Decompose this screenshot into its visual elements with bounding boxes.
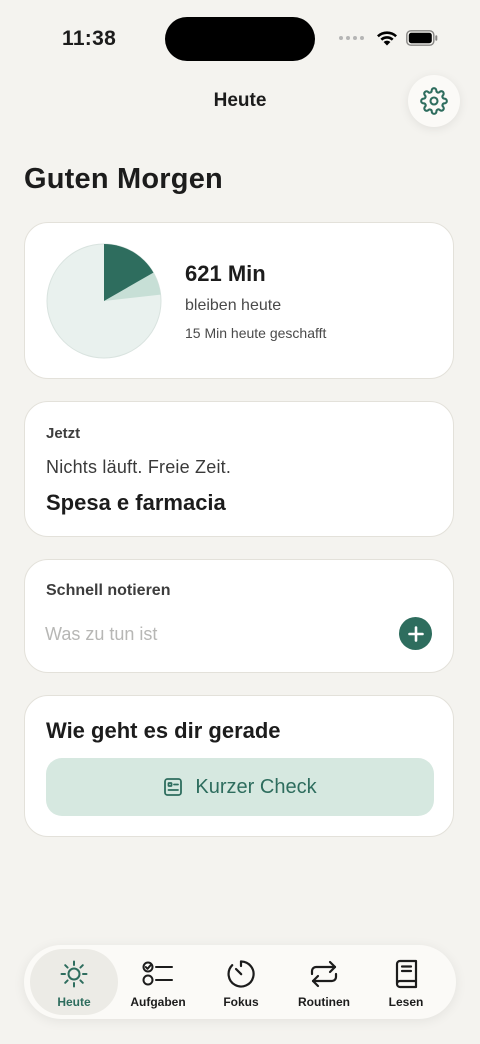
tab-fokus[interactable]: Fokus bbox=[197, 949, 285, 1015]
mood-title: Wie geht es dir gerade bbox=[46, 718, 281, 743]
quick-check-label: Kurzer Check bbox=[195, 775, 317, 798]
status-bar: 11:38 bbox=[0, 0, 480, 80]
mood-card: Wie geht es dir gerade Kurzer Check bbox=[24, 695, 454, 837]
tab-heute[interactable]: Heute bbox=[30, 949, 118, 1015]
daily-progress-card: 621 Min bleiben heute 15 Min heute gesch… bbox=[24, 222, 454, 379]
checklist-card-icon bbox=[164, 778, 183, 796]
now-card[interactable]: Jetzt Nichts läuft. Freie Zeit. Spesa e … bbox=[24, 401, 454, 537]
plus-icon bbox=[407, 625, 424, 642]
tab-aufgaben[interactable]: Aufgaben bbox=[114, 949, 202, 1015]
quick-note-label: Schnell notieren bbox=[46, 582, 171, 599]
add-note-button[interactable] bbox=[399, 617, 432, 650]
sun-icon bbox=[60, 960, 88, 988]
tab-lesen[interactable]: Lesen bbox=[362, 949, 450, 1015]
dynamic-island bbox=[165, 17, 315, 61]
tab-label-lesen: Lesen bbox=[388, 995, 424, 1009]
quick-note-input[interactable] bbox=[45, 620, 375, 648]
status-icons bbox=[339, 30, 438, 46]
now-label: Jetzt bbox=[46, 425, 81, 442]
wifi-icon bbox=[377, 31, 397, 46]
repeat-icon bbox=[310, 960, 338, 988]
checklist-icon bbox=[142, 961, 173, 986]
book-icon bbox=[395, 959, 418, 989]
timer-icon bbox=[227, 960, 255, 988]
quick-check-button[interactable]: Kurzer Check bbox=[46, 758, 434, 816]
remaining-label: bleiben heute bbox=[185, 297, 282, 314]
tab-label-routinen: Routinen bbox=[298, 995, 350, 1009]
bottom-tab-bar: Heute Aufgaben Fokus Routinen Lesen bbox=[24, 945, 456, 1019]
tab-label-fokus: Fokus bbox=[223, 995, 259, 1009]
tab-label-aufgaben: Aufgaben bbox=[130, 995, 186, 1009]
tab-routinen[interactable]: Routinen bbox=[280, 949, 368, 1015]
minutes-left: 621 Min bbox=[185, 261, 266, 286]
settings-button[interactable] bbox=[408, 75, 460, 127]
gear-icon bbox=[420, 87, 448, 115]
next-task-title[interactable]: Spesa e farmacia bbox=[46, 490, 226, 516]
quick-note-card: Schnell notieren bbox=[24, 559, 454, 673]
now-status: Nichts läuft. Freie Zeit. bbox=[46, 457, 232, 477]
progress-pie-chart bbox=[46, 243, 162, 359]
signal-icon bbox=[339, 36, 364, 40]
done-label: 15 Min heute geschafft bbox=[185, 325, 327, 341]
status-time: 11:38 bbox=[62, 27, 117, 50]
tab-label-heute: Heute bbox=[57, 995, 91, 1009]
battery-icon bbox=[406, 30, 438, 46]
greeting-heading: Guten Morgen bbox=[24, 163, 223, 195]
